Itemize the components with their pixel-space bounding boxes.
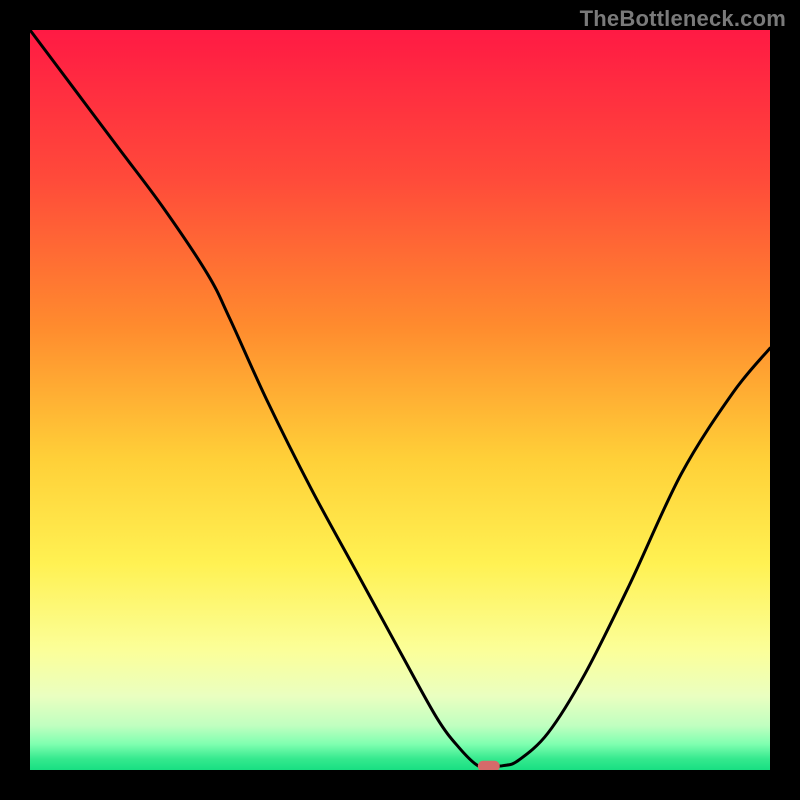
chart-background (30, 30, 770, 770)
chart-frame: TheBottleneck.com (0, 0, 800, 800)
bottleneck-chart (30, 30, 770, 770)
watermark-text: TheBottleneck.com (580, 6, 786, 32)
optimal-marker (478, 761, 500, 770)
